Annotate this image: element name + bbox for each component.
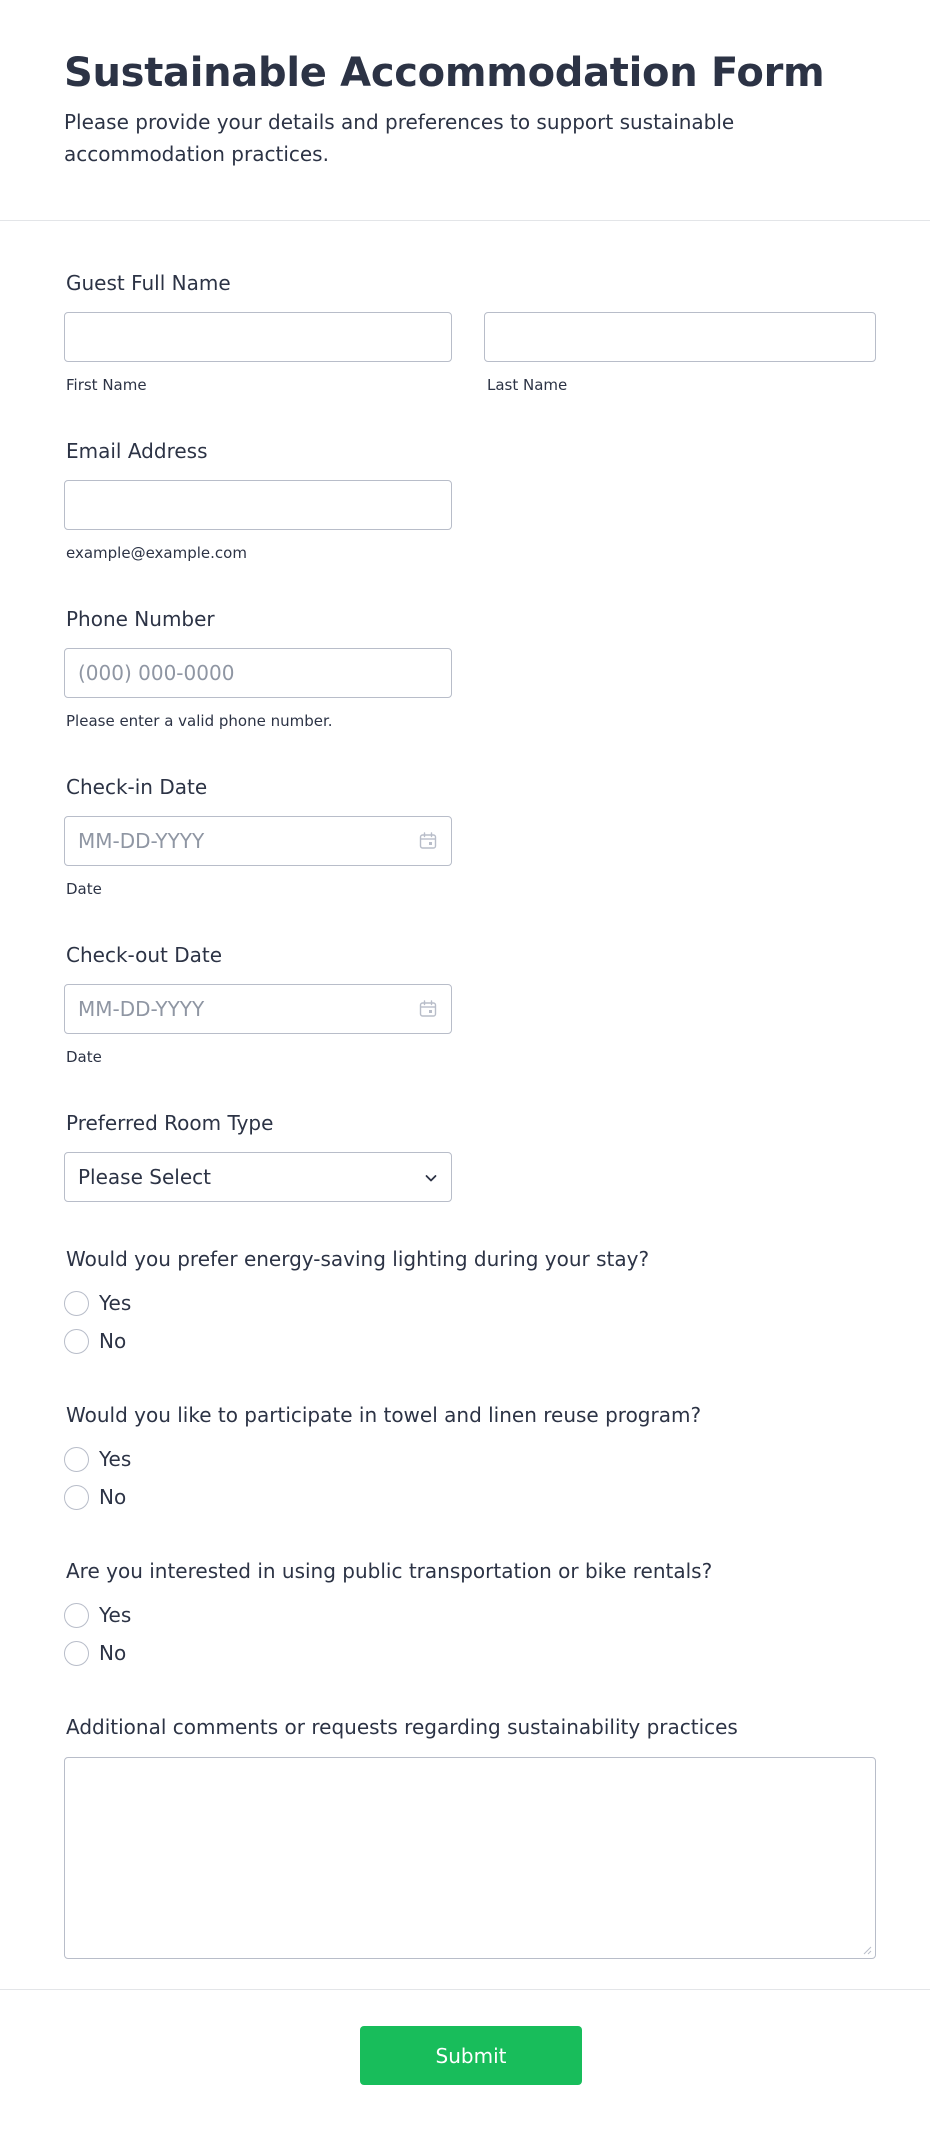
calendar-icon[interactable] — [418, 999, 438, 1019]
lighting-option-yes[interactable]: Yes — [64, 1289, 131, 1317]
radio-button[interactable] — [64, 1328, 89, 1354]
first-name-input[interactable] — [64, 312, 452, 362]
phone-sublabel: Please enter a valid phone number. — [66, 712, 333, 730]
checkout-date-input[interactable] — [64, 984, 452, 1034]
form-title: Sustainable Accommodation Form — [64, 50, 825, 96]
room-type-label: Preferred Room Type — [66, 1111, 274, 1135]
phone-label: Phone Number — [66, 607, 215, 631]
radio-label: No — [99, 1485, 127, 1509]
towel-option-yes[interactable]: Yes — [64, 1445, 131, 1473]
last-name-sublabel: Last Name — [487, 376, 568, 394]
first-name-sublabel: First Name — [66, 376, 147, 394]
calendar-icon[interactable] — [418, 831, 438, 851]
comments-label: Additional comments or requests regardin… — [66, 1715, 738, 1739]
form-header: Sustainable Accommodation Form Please pr… — [0, 0, 930, 221]
checkout-sublabel: Date — [66, 1048, 102, 1066]
email-sublabel: example@example.com — [66, 544, 247, 562]
room-type-selected-value: Please Select — [78, 1165, 211, 1189]
radio-button[interactable] — [64, 1602, 89, 1628]
towel-option-no[interactable]: No — [64, 1483, 126, 1511]
chevron-down-icon — [425, 1175, 437, 1182]
radio-label: No — [99, 1641, 127, 1665]
lighting-option-no[interactable]: No — [64, 1327, 126, 1355]
radio-label: Yes — [99, 1291, 132, 1315]
radio-button[interactable] — [64, 1446, 89, 1472]
radio-label: Yes — [99, 1447, 132, 1471]
checkout-label: Check-out Date — [66, 943, 223, 967]
guest-name-label: Guest Full Name — [66, 271, 231, 295]
transport-question: Are you interested in using public trans… — [66, 1559, 713, 1583]
form-subtitle: Please provide your details and preferen… — [64, 110, 735, 166]
radio-button[interactable] — [64, 1484, 89, 1510]
lighting-question: Would you prefer energy-saving lighting … — [66, 1247, 650, 1271]
comments-textarea[interactable] — [64, 1757, 876, 1959]
submit-button[interactable]: Submit — [360, 2026, 582, 2085]
transport-option-yes[interactable]: Yes — [64, 1601, 131, 1629]
room-type-select[interactable]: Please Select — [64, 1152, 452, 1202]
checkin-label: Check-in Date — [66, 775, 208, 799]
radio-button[interactable] — [64, 1290, 89, 1316]
footer-divider — [0, 1989, 930, 1990]
resize-grip-icon[interactable] — [862, 1945, 872, 1955]
last-name-input[interactable] — [484, 312, 876, 362]
checkin-date-input[interactable] — [64, 816, 452, 866]
radio-label: Yes — [99, 1603, 132, 1627]
radio-button[interactable] — [64, 1640, 89, 1666]
checkin-sublabel: Date — [66, 880, 102, 898]
towel-question: Would you like to participate in towel a… — [66, 1403, 702, 1427]
email-input[interactable] — [64, 480, 452, 530]
phone-input[interactable] — [64, 648, 452, 698]
email-label: Email Address — [66, 439, 208, 463]
radio-label: No — [99, 1329, 127, 1353]
transport-option-no[interactable]: No — [64, 1639, 126, 1667]
